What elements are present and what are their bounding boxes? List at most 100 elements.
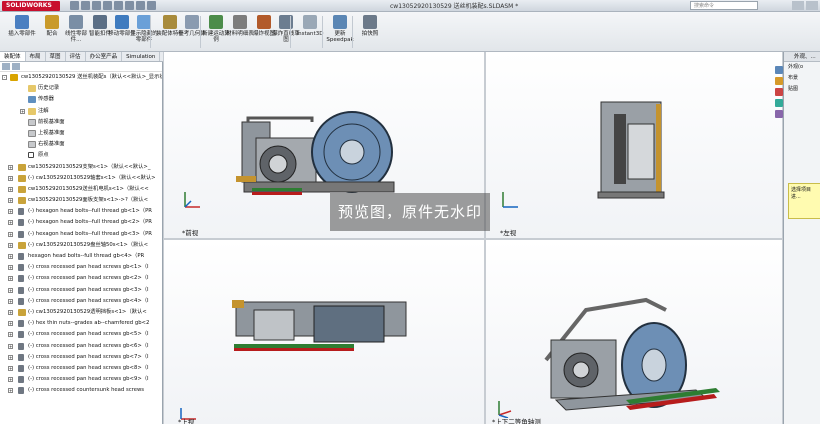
ribbon-button-13[interactable]: 更新Speedpak bbox=[326, 15, 354, 49]
bolt-icon bbox=[18, 208, 24, 216]
expand-toggle-icon[interactable]: + bbox=[8, 254, 13, 259]
resources-icon[interactable] bbox=[775, 66, 783, 74]
tree-item[interactable]: + (-) cross recessed pan head screws gb<1… bbox=[0, 262, 162, 273]
expand-toggle-icon[interactable]: + bbox=[8, 175, 13, 181]
expand-toggle-icon[interactable]: + bbox=[8, 354, 13, 360]
tree-item[interactable]: + 注解 bbox=[0, 106, 162, 117]
tree-item[interactable]: + hexagon head bolts--full thread gb<4>（P… bbox=[0, 251, 162, 262]
task-pane-item-decals[interactable]: 贴图 bbox=[784, 84, 820, 95]
tree-item[interactable]: + (-) cross recessed countersunk head scr… bbox=[0, 385, 162, 396]
task-pane-tabs bbox=[775, 66, 783, 118]
tree-item[interactable]: + (-) hexagon head bolts--full thread gb<… bbox=[0, 229, 162, 240]
tab-4[interactable]: 办公室产品 bbox=[86, 52, 123, 61]
tree-item[interactable]: + (-) cross recessed pan head screws gb<7… bbox=[0, 352, 162, 363]
ribbon-button-icon bbox=[185, 15, 199, 29]
expand-toggle-icon[interactable]: + bbox=[20, 108, 25, 114]
tab-2[interactable]: 草图 bbox=[46, 52, 66, 61]
tree-item[interactable]: 原点 bbox=[0, 150, 162, 161]
solidworks-logo: SOLIDWORKS bbox=[2, 1, 60, 11]
task-pane: 外观、... 外观(o 布景 贴图 选择项目进... bbox=[775, 52, 820, 424]
expand-toggle-icon[interactable]: + bbox=[8, 231, 13, 237]
expand-toggle-icon[interactable]: + bbox=[8, 186, 13, 192]
tab-3[interactable]: 评估 bbox=[66, 52, 86, 61]
search-input[interactable]: 搜索命令 bbox=[690, 1, 758, 10]
tree-root[interactable]: - cw13052920130529 送丝机装配s（默认<<默认>_显示状态-1… bbox=[0, 72, 162, 83]
viewport-top[interactable]: *上视 bbox=[164, 240, 484, 424]
print-icon[interactable] bbox=[103, 1, 112, 10]
expand-toggle-icon[interactable]: - bbox=[2, 75, 7, 80]
rebuild-icon[interactable] bbox=[136, 1, 145, 10]
undo-icon[interactable] bbox=[114, 1, 123, 10]
viewport-left[interactable]: *左视 bbox=[486, 52, 782, 238]
expand-toggle-icon[interactable]: + bbox=[8, 198, 13, 204]
expand-toggle-icon[interactable]: + bbox=[8, 298, 13, 304]
expand-toggle-icon[interactable]: + bbox=[8, 209, 13, 215]
tree-item[interactable]: + (-) cross recessed pan head screws gb<8… bbox=[0, 363, 162, 374]
new-icon[interactable] bbox=[70, 1, 79, 10]
ribbon-button-14[interactable]: 拍快照 bbox=[356, 15, 384, 49]
tree-item-label: (-) hex thin nuts--grades ab--chamfered … bbox=[28, 320, 150, 327]
expand-toggle-icon[interactable]: + bbox=[8, 164, 13, 170]
tab-5[interactable]: Simulation bbox=[122, 52, 161, 61]
file-explorer-icon[interactable] bbox=[775, 88, 783, 96]
tree-item[interactable]: + (-) hexagon head bolts--full thread gb<… bbox=[0, 217, 162, 228]
tree-item[interactable]: + (-) cross recessed pan head screws gb<9… bbox=[0, 374, 162, 385]
expand-toggle-icon[interactable]: + bbox=[8, 287, 13, 293]
save-icon[interactable] bbox=[92, 1, 101, 10]
select-icon[interactable] bbox=[125, 1, 134, 10]
expand-toggle-icon[interactable]: + bbox=[8, 377, 13, 383]
expand-toggle-icon[interactable]: + bbox=[8, 388, 13, 394]
expand-toggle-icon[interactable]: + bbox=[8, 276, 13, 282]
tree-item[interactable]: + (-) cw13052920130529透明挡板s<1>（默认< bbox=[0, 307, 162, 318]
minimize-button[interactable] bbox=[792, 1, 804, 10]
tab-0[interactable]: 装配体 bbox=[0, 52, 26, 61]
filter-icon[interactable] bbox=[2, 63, 10, 70]
viewport-isometric[interactable]: *上下二等角轴测 bbox=[486, 240, 782, 424]
tab-1[interactable]: 布局 bbox=[26, 52, 46, 61]
expand-toggle-icon[interactable]: + bbox=[8, 242, 13, 248]
expand-toggle-icon[interactable]: + bbox=[8, 332, 13, 338]
expand-toggle-icon[interactable]: + bbox=[8, 365, 13, 371]
task-pane-item-appearance[interactable]: 外观(o bbox=[784, 62, 820, 73]
options-icon[interactable] bbox=[147, 1, 156, 10]
tree-item[interactable]: + (-) cross recessed pan head screws gb<3… bbox=[0, 285, 162, 296]
ribbon-button-icon bbox=[363, 15, 377, 29]
ribbon-button-5[interactable]: 显示隐藏的零部件 bbox=[130, 15, 158, 49]
tree-item[interactable]: + (-) cross recessed pan head screws gb<4… bbox=[0, 296, 162, 307]
ribbon-button-0[interactable]: 插入零部件 bbox=[8, 15, 36, 49]
tree-item[interactable]: 前视基准面 bbox=[0, 117, 162, 128]
tree-item-label: (-) cross recessed pan head screws gb<3>… bbox=[28, 286, 149, 293]
tree-item-label: (-) hexagon head bolts--full thread gb<3… bbox=[28, 230, 152, 237]
watermark-overlay: 预览图，原件无水印 bbox=[330, 193, 490, 231]
tree-item[interactable]: + (-) cross recessed pan head screws gb<2… bbox=[0, 273, 162, 284]
task-pane-item-scene[interactable]: 布景 bbox=[784, 73, 820, 84]
tree-item[interactable]: + (-) cw13052920130529盘丝轴50s<1>（默认< bbox=[0, 240, 162, 251]
tree-item[interactable]: + cw13052920130529支架s<1>（默认<<默认>_ bbox=[0, 162, 162, 173]
tree-item[interactable]: + (-) cross recessed pan head screws gb<6… bbox=[0, 341, 162, 352]
expand-toggle-icon[interactable]: + bbox=[8, 220, 13, 226]
expand-toggle-icon[interactable]: + bbox=[8, 343, 13, 349]
bolt-icon bbox=[18, 230, 24, 238]
graphics-area[interactable]: *前视 *左视 *上视 *上下二等角轴测 bbox=[163, 52, 783, 424]
expand-toggle-icon[interactable]: + bbox=[8, 309, 13, 315]
view-palette-icon[interactable] bbox=[775, 99, 783, 107]
maximize-button[interactable] bbox=[806, 1, 818, 10]
tree-item[interactable]: + (-) cross recessed pan head screws gb<5… bbox=[0, 329, 162, 340]
tree-item[interactable]: + (-) hexagon head bolts--full thread gb<… bbox=[0, 206, 162, 217]
tree-item[interactable]: 传感器 bbox=[0, 94, 162, 105]
ribbon-button-12[interactable]: Instant3D bbox=[296, 15, 324, 49]
open-icon[interactable] bbox=[81, 1, 90, 10]
expand-toggle-icon[interactable]: + bbox=[8, 321, 13, 327]
tree-item[interactable]: 历史记录 bbox=[0, 83, 162, 94]
collapse-icon[interactable] bbox=[12, 63, 20, 70]
tree-item[interactable]: + cw13052920130529送丝机电机s<1>（默认<< bbox=[0, 184, 162, 195]
tree-item[interactable]: + (-) cw13052920130529轴套s<1>（默认<<默认> bbox=[0, 173, 162, 184]
tree-item[interactable]: + (-) hex thin nuts--grades ab--chamfered… bbox=[0, 318, 162, 329]
tree-item[interactable]: 上视基准面 bbox=[0, 128, 162, 139]
tree-item[interactable]: 右视基准面 bbox=[0, 139, 162, 150]
tree-item[interactable]: + cw13052920130529面板支架s<1>->?（默认< bbox=[0, 195, 162, 206]
expand-toggle-icon[interactable]: + bbox=[8, 265, 13, 271]
ribbon-separator bbox=[322, 16, 323, 48]
appearances-icon[interactable] bbox=[775, 110, 783, 118]
design-library-icon[interactable] bbox=[775, 77, 783, 85]
